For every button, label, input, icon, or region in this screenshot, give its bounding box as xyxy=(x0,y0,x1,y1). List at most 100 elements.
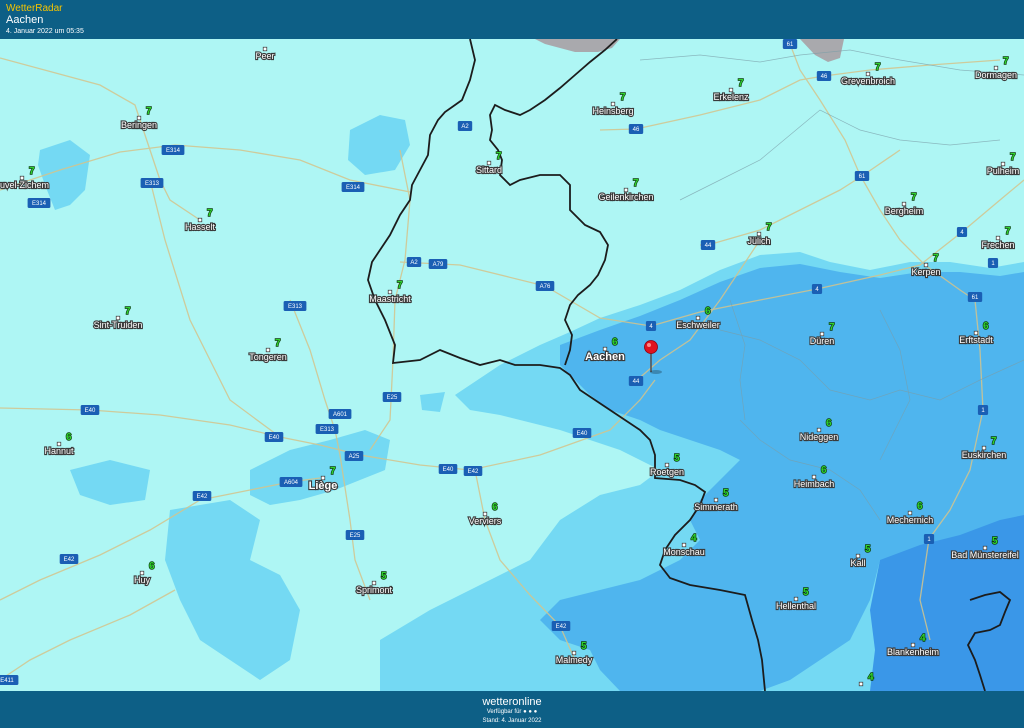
road-shield: 44 xyxy=(628,376,644,386)
city-name: Huy xyxy=(134,575,151,585)
road-label: A79 xyxy=(433,262,444,268)
road-shield: 46 xyxy=(816,71,832,81)
road-shield: A76 xyxy=(535,281,555,291)
road-shield: E40 xyxy=(572,428,592,438)
city-name: Roetgen xyxy=(650,467,684,477)
road-shield: E40 xyxy=(264,432,284,442)
city-name: Bergheim xyxy=(885,206,924,216)
temperature-label: 5 xyxy=(381,571,387,582)
road-shield: 46 xyxy=(628,124,644,134)
road-label: E42 xyxy=(64,557,75,563)
temperature-label: 7 xyxy=(1005,226,1011,237)
temperature-label: 6 xyxy=(821,465,827,476)
temperature-label: 4 xyxy=(868,672,874,683)
road-shield: E42 xyxy=(59,554,79,564)
temperature-label: 7 xyxy=(125,306,131,317)
city-name: euvel-Zichem xyxy=(0,180,49,190)
temperature-label: 7 xyxy=(29,166,35,177)
road-label: A25 xyxy=(349,454,360,460)
city-name: Eschweiler xyxy=(676,320,720,330)
temperature-label: 7 xyxy=(207,208,213,219)
city-name: Frechen xyxy=(981,240,1014,250)
city-name: Düren xyxy=(810,336,835,346)
road-shield: E314 xyxy=(27,198,51,208)
location-title: Aachen xyxy=(6,14,44,26)
road-shield: E313 xyxy=(283,301,307,311)
footer-logo: wetteronline xyxy=(482,696,542,708)
city-name: Tongeren xyxy=(249,352,287,362)
road-label: E42 xyxy=(468,469,479,475)
temperature-label: 4 xyxy=(691,533,697,544)
app-header: WetterRadar Aachen 4. Januar 2022 um 05:… xyxy=(0,0,1024,39)
temperature-label: 7 xyxy=(933,253,939,264)
city-name: Blankenheim xyxy=(887,647,939,657)
city-name: Aachen xyxy=(585,351,625,363)
road-label: 44 xyxy=(633,379,640,385)
city-name: Kall xyxy=(850,558,865,568)
road-label: E40 xyxy=(577,431,588,437)
city-name: Peer xyxy=(255,51,274,61)
city-name: Maastricht xyxy=(369,294,411,304)
road-shield: E314 xyxy=(341,182,365,192)
road-label: A601 xyxy=(333,412,348,418)
city-name: Monschau xyxy=(663,547,705,557)
temperature-label: 6 xyxy=(492,502,498,513)
city-name: Sint-Truiden xyxy=(94,320,143,330)
road-shield: A2 xyxy=(457,121,473,131)
temperature-label: 5 xyxy=(803,587,809,598)
road-label: 61 xyxy=(787,42,794,48)
road-shield: 1 xyxy=(987,258,999,268)
timestamp: 4. Januar 2022 um 05:35 xyxy=(6,28,84,35)
city-name: Bad Münstereifel xyxy=(951,550,1019,560)
road-shield: E42 xyxy=(551,621,571,631)
temperature-label: 5 xyxy=(674,453,680,464)
road-shield: E313 xyxy=(140,178,164,188)
city-name: Hannut xyxy=(44,446,74,456)
city-name: Pulheim xyxy=(987,166,1020,176)
temperature-label: 7 xyxy=(620,92,626,103)
temperature-label: 6 xyxy=(66,432,72,443)
road-label: E40 xyxy=(443,467,454,473)
city-name: Verviers xyxy=(469,516,502,526)
city-name: Sittard xyxy=(476,165,502,175)
road-label: A604 xyxy=(284,480,299,486)
road-label: E42 xyxy=(197,494,208,500)
city-name: Jülich xyxy=(747,236,770,246)
road-label: 46 xyxy=(633,127,640,133)
city-name: Malmedy xyxy=(556,655,593,665)
temperature-label: 7 xyxy=(766,222,772,233)
road-label: E314 xyxy=(32,201,47,207)
temperature-label: 5 xyxy=(723,488,729,499)
temperature-label: 7 xyxy=(991,436,997,447)
road-label: 46 xyxy=(821,74,828,80)
city-name: Euskirchen xyxy=(962,450,1007,460)
radar-map[interactable]: 614646A2E314E313E314E314614441A2 A79A76 46… xyxy=(0,39,1024,691)
brand-name: WetterRadar xyxy=(6,3,63,14)
road-shield: 61 xyxy=(854,171,870,181)
city-name: Liège xyxy=(309,480,338,492)
temperature-label: 7 xyxy=(1003,56,1009,67)
temperature-label: 6 xyxy=(826,418,832,429)
temperature-label: 7 xyxy=(275,338,281,349)
road-shield: E40 xyxy=(80,405,100,415)
temperature-label: 7 xyxy=(1010,152,1016,163)
city-name: Dormagen xyxy=(975,70,1017,80)
city-name: Geilenkirchen xyxy=(598,192,653,202)
road-shield: A604 xyxy=(279,477,303,487)
road-shield: A79 xyxy=(428,259,448,269)
road-label: A2 xyxy=(461,124,469,130)
road-shield: 61 xyxy=(967,292,983,302)
road-label: E313 xyxy=(320,427,335,433)
city-name: Hasselt xyxy=(185,222,216,232)
city-name: Simmerath xyxy=(694,502,738,512)
city-dot xyxy=(858,681,864,687)
road-shield: E42 xyxy=(192,491,212,501)
road-shield: E314 xyxy=(161,145,185,155)
city-name: Erkelenz xyxy=(713,92,749,102)
road-label: E314 xyxy=(166,148,181,154)
road-shield: 1 xyxy=(977,405,989,415)
road-shield: 61 xyxy=(782,39,798,49)
city-name: Erftstadt xyxy=(959,335,993,345)
road-label: E314 xyxy=(346,185,361,191)
temperature-label: 7 xyxy=(738,78,744,89)
